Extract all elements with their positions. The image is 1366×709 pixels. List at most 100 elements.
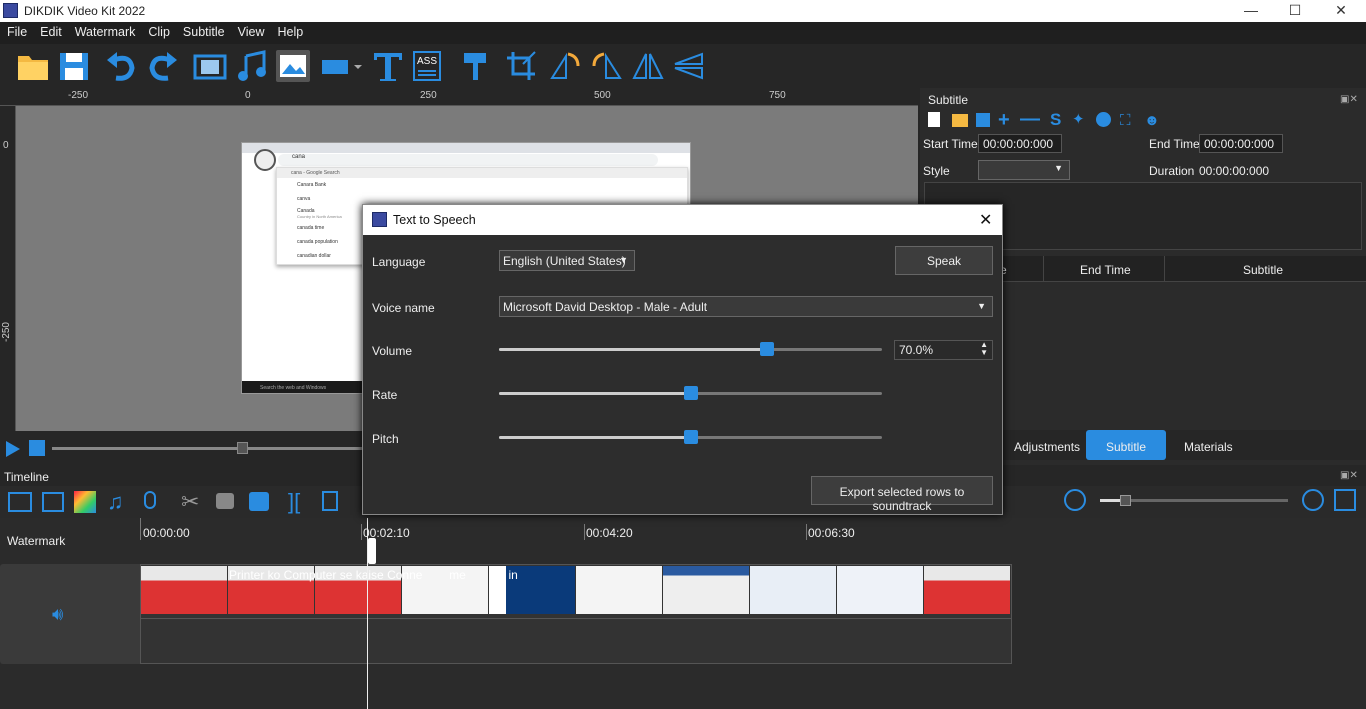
menu-subtitle[interactable]: Subtitle <box>176 22 231 39</box>
float-close-icons[interactable]: ▣✕ <box>1340 470 1358 481</box>
paint-brush-icon[interactable] <box>458 50 492 82</box>
add-video-track-icon[interactable] <box>8 492 32 512</box>
volume-spinbox[interactable]: 70.0% ▲ ▼ <box>894 340 993 360</box>
seek-track[interactable] <box>52 447 362 450</box>
volume-slider-handle[interactable] <box>760 342 775 356</box>
stop-icon[interactable] <box>29 440 45 456</box>
redo-icon[interactable] <box>146 50 180 82</box>
split-clip-icon[interactable]: ][ <box>288 489 300 515</box>
clip-thumbnail <box>750 566 836 614</box>
save-icon[interactable] <box>976 113 990 127</box>
new-file-icon[interactable] <box>928 112 940 127</box>
open-folder-icon[interactable] <box>952 114 968 127</box>
menu-file[interactable]: File <box>0 22 33 39</box>
volume-label: Volume <box>372 344 413 358</box>
clip-thumbnail <box>576 566 662 614</box>
main-toolbar: ASS <box>0 44 1366 88</box>
magic-icon[interactable]: ✦ <box>1072 110 1085 128</box>
binoculars-icon[interactable]: ⛶ <box>1120 112 1131 129</box>
paste-icon[interactable] <box>249 492 269 511</box>
seek-handle[interactable] <box>237 442 248 454</box>
dialog-close-button[interactable]: ✕ <box>979 210 992 230</box>
add-image-track-icon[interactable] <box>42 492 64 512</box>
timeline-area: Watermark 00:00:00 00:02:10 00:04:20 00:… <box>0 518 1366 709</box>
playhead-handle[interactable] <box>368 538 376 564</box>
pitch-slider-fill <box>499 436 691 439</box>
text-to-speech-dialog: Text to Speech ✕ Language English (Unite… <box>362 204 1003 515</box>
menu-edit[interactable]: Edit <box>33 22 68 39</box>
language-label: Language <box>372 255 426 269</box>
start-time-field[interactable]: 00:00:00:000 <box>978 134 1062 153</box>
speaker-person-icon[interactable]: ☻ <box>1144 112 1160 129</box>
shape-dropdown-icon[interactable] <box>320 50 364 82</box>
menu-help[interactable]: Help <box>270 22 309 39</box>
add-music-icon[interactable] <box>236 50 270 82</box>
time-mark: 00:00:00 <box>143 526 190 540</box>
add-video-icon[interactable] <box>193 50 227 82</box>
add-text-icon[interactable] <box>371 50 405 82</box>
column-header-subtitle[interactable]: Subtitle <box>1243 263 1283 277</box>
copy-icon[interactable] <box>216 493 234 509</box>
menu-watermark[interactable]: Watermark <box>68 22 142 39</box>
ruler-tick-label: 0 <box>245 90 251 101</box>
time-mark: 00:06:30 <box>808 526 855 540</box>
save-icon[interactable] <box>57 50 91 82</box>
tab-materials[interactable]: Materials <box>1184 440 1233 454</box>
horizontal-ruler: -250 0 250 500 750 <box>0 88 918 106</box>
zoom-in-icon[interactable] <box>1302 489 1324 511</box>
add-image-icon[interactable] <box>276 50 310 82</box>
chevron-down-icon: ▼ <box>977 301 986 311</box>
delete-icon[interactable] <box>322 491 338 511</box>
zoom-out-icon[interactable] <box>1064 489 1086 511</box>
zoom-fit-icon[interactable] <box>1334 489 1356 511</box>
remove-icon[interactable]: — <box>1020 108 1040 131</box>
ass-subtitle-icon[interactable]: ASS <box>411 50 445 82</box>
column-header-end-time[interactable]: End Time <box>1080 263 1131 277</box>
voice-name-select[interactable]: Microsoft David Desktop - Male - Adult ▼ <box>499 296 993 317</box>
export-to-soundtrack-button[interactable]: Export selected rows to soundtrack <box>811 476 993 513</box>
split-icon[interactable]: S <box>1050 110 1061 130</box>
ruler-tick-label: -250 <box>1 322 12 343</box>
add-audio-icon[interactable]: ♫ <box>107 489 124 515</box>
open-folder-icon[interactable] <box>16 50 50 82</box>
add-effect-icon[interactable] <box>74 491 96 513</box>
clip-thumbnail <box>837 566 923 614</box>
time-ruler[interactable]: 00:00:00 00:02:10 00:04:20 00:06:30 <box>140 518 1012 540</box>
rate-slider-handle[interactable] <box>683 386 698 400</box>
style-select[interactable]: ▼ <box>978 160 1070 180</box>
clock-icon[interactable] <box>1096 112 1111 127</box>
speak-button[interactable]: Speak <box>895 246 993 275</box>
record-microphone-icon[interactable] <box>144 491 156 509</box>
zoom-slider-handle[interactable] <box>1120 495 1131 506</box>
close-button[interactable]: ✕ <box>1326 2 1356 20</box>
rotate-left-icon[interactable] <box>548 50 582 82</box>
rate-slider-fill <box>499 392 691 395</box>
preview-search-text: cana <box>292 154 306 160</box>
flip-vertical-icon[interactable] <box>672 50 706 82</box>
flip-horizontal-icon[interactable] <box>631 50 665 82</box>
crop-icon[interactable] <box>505 50 539 82</box>
dialog-title: Text to Speech <box>393 213 476 227</box>
play-icon[interactable] <box>4 440 22 458</box>
add-icon[interactable]: + <box>998 109 1010 132</box>
language-select[interactable]: English (United States) ▼ <box>499 250 635 271</box>
timeline-title: Timeline <box>4 470 49 484</box>
video-track[interactable]: 🔊︎ Printer ko Computer se kaise Conne me… <box>0 564 1012 664</box>
menu-clip[interactable]: Clip <box>141 22 176 39</box>
clip-thumbnail <box>924 566 1010 614</box>
minimize-button[interactable]: — <box>1236 2 1266 20</box>
duration-label: Duration <box>1149 164 1195 178</box>
maximize-button[interactable]: ☐ <box>1280 2 1310 20</box>
tab-adjustments[interactable]: Adjustments <box>1014 440 1080 454</box>
menu-view[interactable]: View <box>231 22 271 39</box>
undo-icon[interactable] <box>104 50 138 82</box>
subtitle-toolbar: + — S ✦ ⛶ ☻ <box>928 108 1168 132</box>
float-close-icons[interactable]: ▣✕ <box>1340 94 1358 105</box>
volume-icon[interactable]: 🔊︎ <box>52 604 63 625</box>
rotate-right-icon[interactable] <box>590 50 624 82</box>
tab-subtitle[interactable]: Subtitle <box>1086 430 1166 460</box>
pitch-slider-handle[interactable] <box>683 430 698 444</box>
cut-icon[interactable]: ✂ <box>181 489 199 515</box>
end-time-field[interactable]: 00:00:00:000 <box>1199 134 1283 153</box>
vertical-ruler: 0 -250 <box>0 106 16 431</box>
